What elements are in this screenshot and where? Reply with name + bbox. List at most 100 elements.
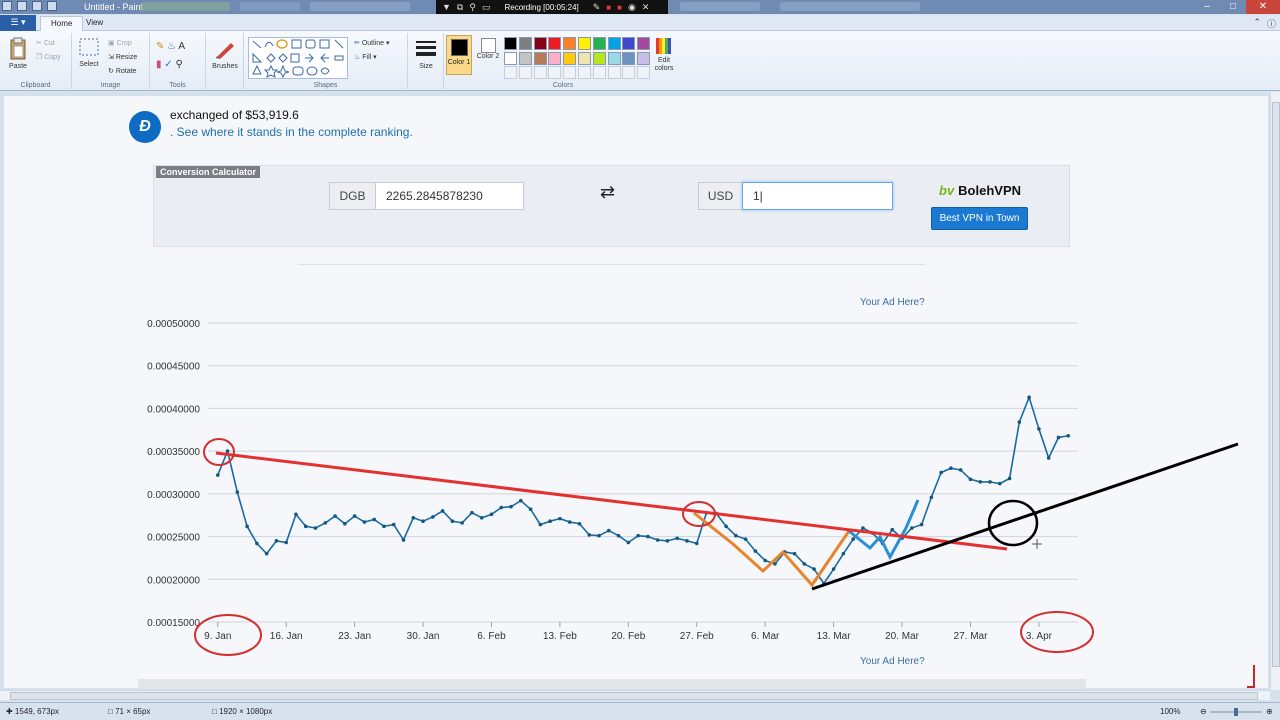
price-point	[421, 519, 425, 523]
price-point	[861, 526, 865, 530]
zoom-slider[interactable]	[1210, 708, 1262, 716]
price-point	[988, 480, 992, 484]
price-point	[978, 480, 983, 484]
price-point	[1037, 427, 1041, 431]
price-point	[460, 521, 464, 525]
price-point	[753, 549, 758, 553]
price-point	[401, 538, 406, 542]
price-point	[274, 539, 279, 543]
drawn-blue-zigzag	[848, 499, 920, 561]
price-point	[734, 533, 738, 538]
price-point	[655, 538, 660, 542]
price-point	[851, 537, 855, 541]
price-point	[323, 521, 328, 525]
x-tick-label: 13. Feb	[543, 631, 577, 642]
x-tick-label: 6. Feb	[477, 631, 506, 642]
zoom-out-button[interactable]: ⊖	[1200, 707, 1207, 716]
price-point	[763, 558, 767, 563]
drawn-orange-zigzag	[693, 511, 851, 588]
price-point	[225, 449, 230, 453]
image-size-icon: □	[212, 707, 217, 716]
price-point	[929, 495, 934, 500]
page-bottom-strip	[138, 679, 1086, 689]
price-point	[431, 515, 435, 519]
price-point	[685, 539, 689, 543]
price-point	[636, 533, 640, 538]
x-tick-label: 30. Jan	[407, 631, 440, 642]
horizontal-scroll-thumb[interactable]	[10, 692, 1258, 700]
price-point	[538, 522, 543, 527]
ad-link-bottom[interactable]: Your Ad Here?	[860, 656, 925, 667]
x-tick-label: 20. Feb	[611, 631, 645, 642]
price-point	[479, 515, 484, 520]
y-tick-label: 0.00050000	[147, 319, 200, 330]
x-tick-label: 6. Mar	[751, 631, 780, 642]
horizontal-scrollbar[interactable]	[0, 690, 1270, 700]
price-point	[587, 533, 592, 537]
price-point	[343, 521, 347, 526]
price-point	[1056, 435, 1061, 440]
price-point	[646, 534, 650, 539]
price-chart: 0.00050000 0.00045000 0.00040000 0.00035000…	[147, 319, 1239, 656]
price-point	[284, 540, 289, 545]
price-point	[1007, 476, 1012, 481]
price-point	[802, 562, 807, 566]
vertical-scroll-thumb[interactable]	[1272, 102, 1280, 667]
price-point	[528, 507, 533, 512]
price-point	[626, 540, 631, 545]
y-tick-label: 0.00030000	[147, 490, 200, 501]
x-tick-label: 23. Jan	[338, 631, 371, 642]
price-point	[215, 473, 220, 477]
price-point	[1027, 395, 1031, 400]
price-point	[743, 537, 748, 541]
price-point	[1066, 433, 1071, 438]
y-tick-label: 0.00035000	[147, 447, 200, 458]
price-point	[616, 533, 621, 538]
price-point	[255, 541, 259, 546]
status-bar: ✚ 1549, 673px □ 71 × 65px □ 1920 × 1080p…	[0, 702, 1280, 720]
price-point	[792, 551, 797, 556]
price-point	[303, 524, 308, 529]
price-point	[235, 490, 240, 494]
price-point	[372, 517, 376, 522]
price-point	[352, 514, 357, 518]
price-point	[949, 466, 953, 471]
price-point	[919, 522, 924, 527]
price-point	[489, 512, 494, 517]
price-point	[558, 516, 562, 521]
price-point	[597, 533, 601, 538]
price-point	[470, 510, 474, 515]
price-point	[313, 526, 318, 530]
drawn-black-trendline	[811, 442, 1239, 591]
drawn-red-trendline	[215, 451, 1008, 551]
price-point	[841, 551, 846, 556]
price-point	[382, 524, 386, 529]
price-point	[890, 527, 895, 532]
price-point	[1046, 456, 1051, 460]
price-line	[217, 394, 1069, 585]
drawn-red-mark	[1253, 665, 1255, 687]
price-point	[391, 522, 396, 527]
price-point	[812, 567, 816, 571]
price-point	[831, 567, 836, 571]
zoom-in-button[interactable]: ⊕	[1266, 707, 1273, 716]
price-point	[333, 514, 337, 518]
image-size: □ 1920 × 1080px	[212, 707, 273, 716]
price-point	[997, 481, 1002, 486]
y-tick-label: 0.00040000	[147, 404, 200, 415]
price-point	[362, 520, 367, 524]
x-tick-label: 27. Mar	[954, 631, 989, 642]
y-tick-label: 0.00025000	[147, 533, 200, 544]
drawn-black-circle	[987, 499, 1039, 547]
price-point	[245, 524, 249, 529]
price-point	[264, 551, 269, 556]
x-tick-label: 3. Apr	[1026, 631, 1053, 642]
price-point	[968, 477, 973, 482]
x-tick-label: 13. Mar	[817, 631, 852, 642]
price-point	[567, 520, 572, 524]
price-point	[548, 519, 552, 523]
vertical-scrollbar[interactable]	[1270, 92, 1280, 690]
x-tick-label: 9. Jan	[204, 631, 231, 642]
x-tick-label: 16. Jan	[270, 631, 303, 642]
zoom-level: 100%	[1160, 707, 1181, 716]
